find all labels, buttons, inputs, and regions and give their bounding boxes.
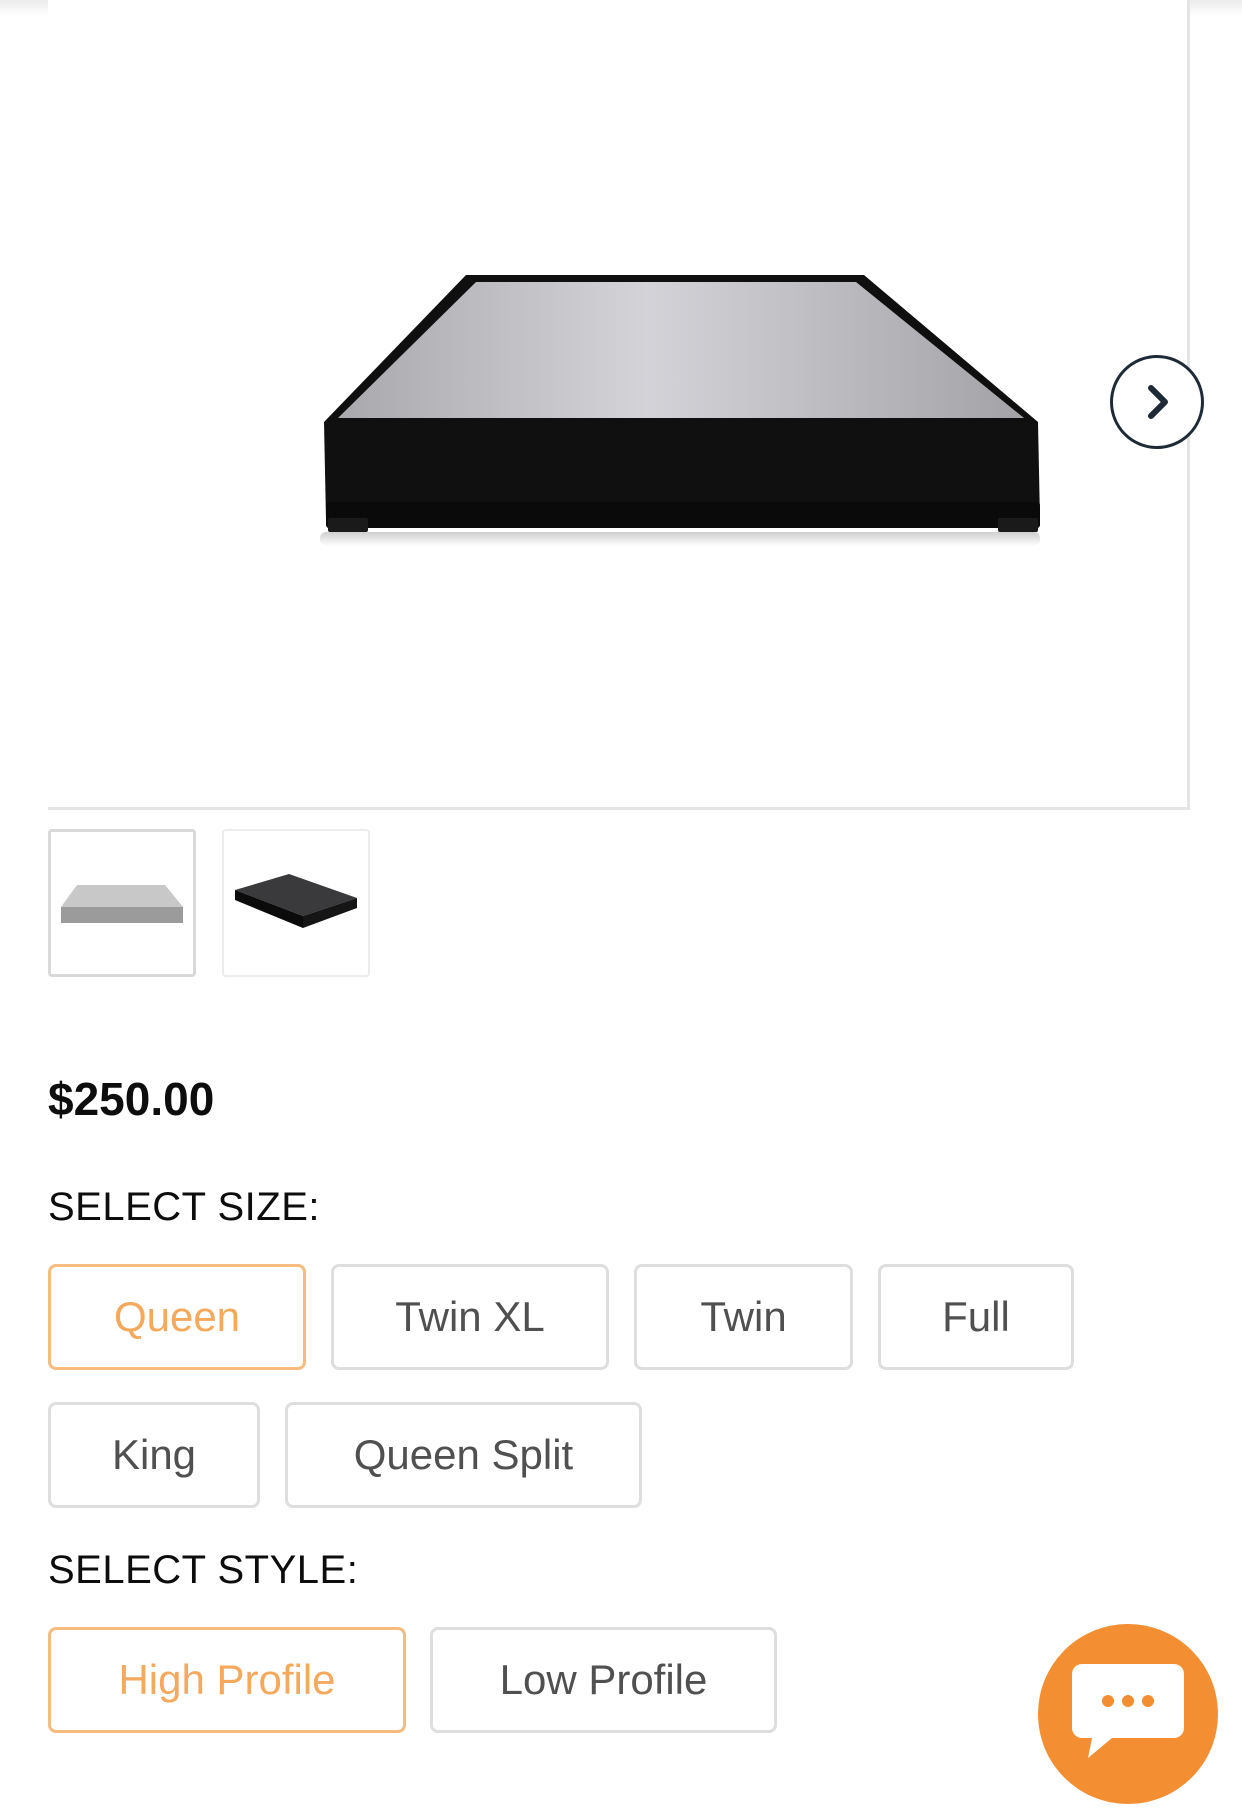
chat-button[interactable] [1038, 1624, 1218, 1804]
size-option-twin-xl[interactable]: Twin XL [331, 1264, 609, 1370]
thumbnail-gray-image [61, 885, 183, 923]
size-option-queen-split[interactable]: Queen Split [285, 1402, 642, 1508]
product-main-image [320, 275, 1040, 546]
style-option-high-profile[interactable]: High Profile [48, 1627, 406, 1733]
size-option-twin[interactable]: Twin [634, 1264, 853, 1370]
thumbnail-black-foundation[interactable] [222, 829, 370, 977]
thumbnail-gray-foundation[interactable] [48, 829, 196, 977]
select-size-label: SELECT SIZE: [48, 1185, 321, 1229]
size-option-king[interactable]: King [48, 1402, 260, 1508]
product-image-gallery [48, 0, 1204, 810]
product-price: $250.00 [48, 1073, 215, 1125]
select-style-label: SELECT STYLE: [48, 1548, 359, 1592]
chevron-right-icon [1148, 385, 1168, 419]
size-option-full[interactable]: Full [878, 1264, 1074, 1370]
next-image-button[interactable] [1110, 355, 1204, 449]
thumbnail-black-image [235, 874, 357, 928]
style-option-low-profile[interactable]: Low Profile [430, 1627, 777, 1733]
chat-bubble-icon [1072, 1664, 1184, 1758]
size-option-queen[interactable]: Queen [48, 1264, 306, 1370]
